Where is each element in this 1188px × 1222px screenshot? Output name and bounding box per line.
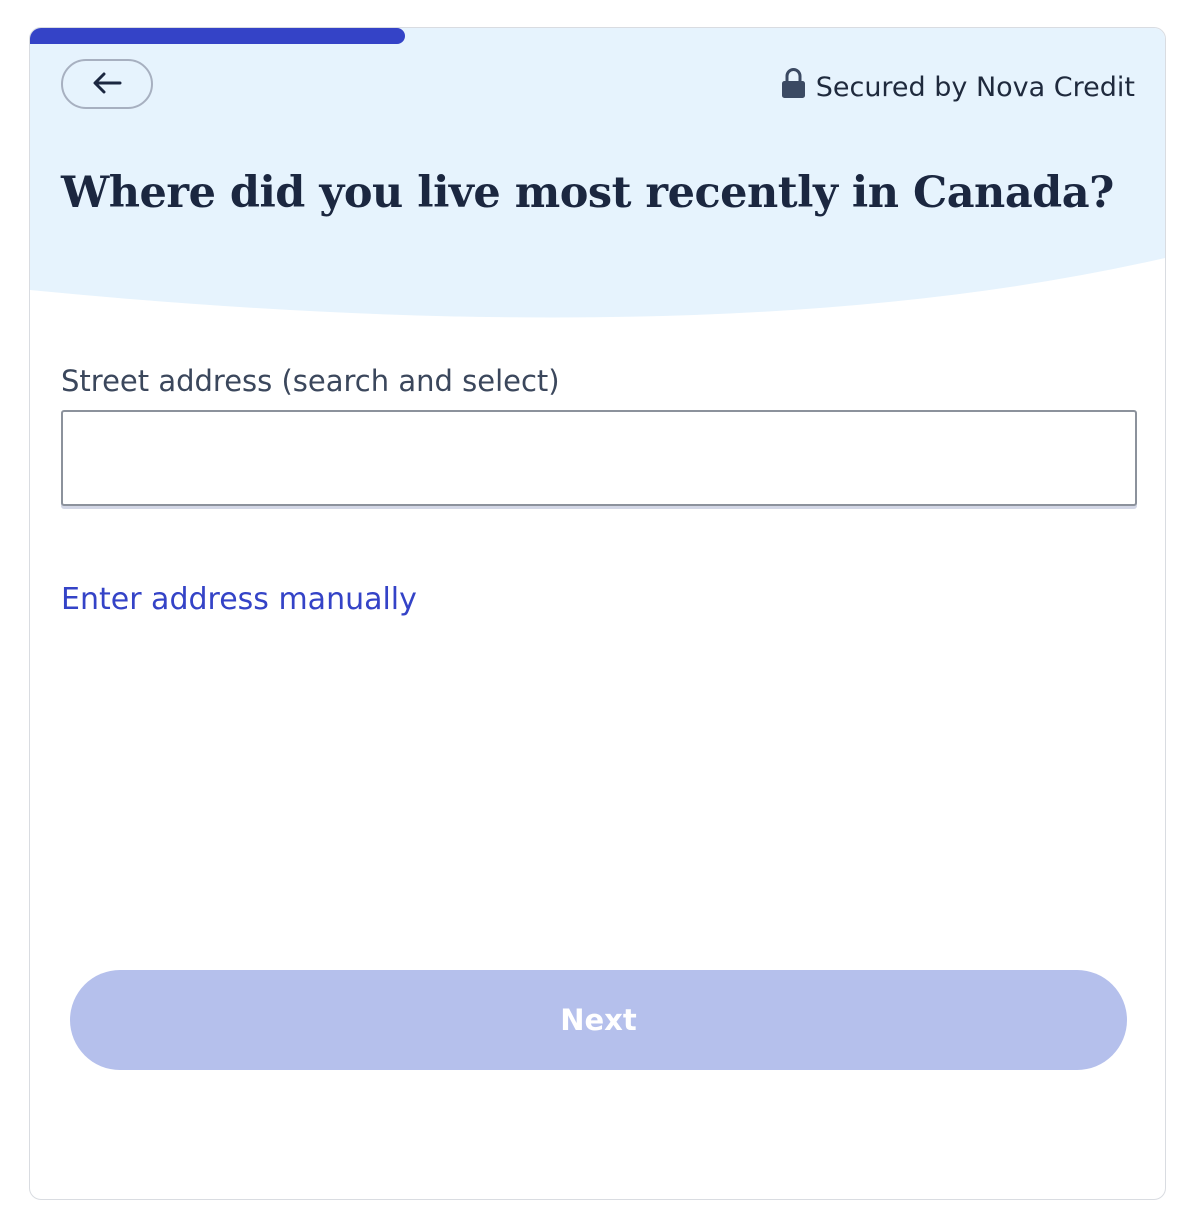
progress-fill xyxy=(30,28,405,44)
arrow-left-icon xyxy=(92,72,122,97)
back-button[interactable] xyxy=(61,59,153,109)
enter-address-manually-link[interactable]: Enter address manually xyxy=(61,582,417,617)
form-card: Secured by Nova Credit Where did you liv… xyxy=(29,27,1166,1200)
security-notice: Secured by Nova Credit xyxy=(781,68,1135,106)
next-button[interactable]: Next xyxy=(70,970,1127,1070)
street-address-input[interactable] xyxy=(61,410,1137,506)
lock-icon xyxy=(781,68,806,106)
secured-text: Secured by Nova Credit xyxy=(815,71,1135,103)
progress-bar xyxy=(30,28,1165,44)
street-address-label: Street address (search and select) xyxy=(61,364,560,398)
page-title: Where did you live most recently in Cana… xyxy=(61,168,1114,218)
